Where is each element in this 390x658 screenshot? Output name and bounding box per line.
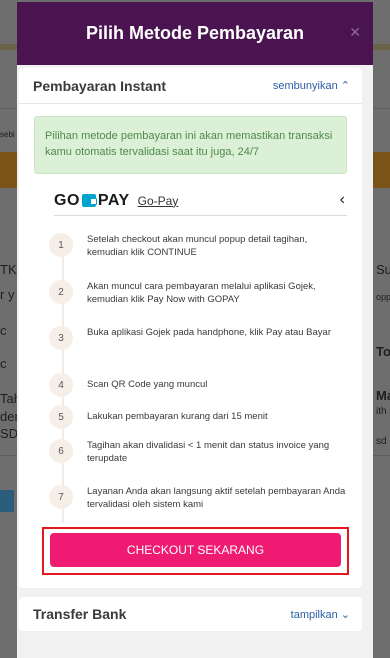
background-text: opp xyxy=(376,292,390,302)
step-item: 3 Buka aplikasi Gojek pada handphone, kl… xyxy=(49,326,349,350)
gopay-logo-right: PAY xyxy=(97,191,130,209)
background-text: sebi xyxy=(0,130,15,139)
background-text: der xyxy=(0,409,19,424)
transfer-section-title: Transfer Bank xyxy=(33,606,127,622)
step-text: Tagihan akan divalidasi < 1 menit dan st… xyxy=(87,440,330,464)
chevron-left-icon[interactable]: ‹ xyxy=(340,191,345,209)
step-text: Lakukan pembayaran kurang dari 15 menit xyxy=(87,411,268,422)
gopay-option[interactable]: GO PAY Go-Pay ‹ xyxy=(54,186,347,216)
hide-toggle-link[interactable]: sembunyikan ⌃ xyxy=(273,79,350,92)
step-number: 3 xyxy=(49,326,73,350)
step-text: Layanan Anda akan langsung aktif setelah… xyxy=(87,486,346,510)
step-number: 7 xyxy=(49,485,73,509)
step-number: 4 xyxy=(49,373,73,397)
step-text: Scan QR Code yang muncul xyxy=(87,379,208,390)
modal-title: Pilih Metode Pembayaran xyxy=(85,23,305,43)
background-text: SD xyxy=(0,426,19,441)
step-item: 4 Scan QR Code yang muncul xyxy=(49,373,349,397)
payment-method-modal: Pilih Metode Pembayaran ✕ Pembayaran Ins… xyxy=(17,2,373,658)
background-text: sd xyxy=(376,436,387,447)
close-icon[interactable]: ✕ xyxy=(349,24,361,41)
background-text: To xyxy=(376,344,390,359)
instant-section-title: Pembayaran Instant xyxy=(33,77,167,94)
gopay-name: Go-Pay xyxy=(137,193,179,208)
background-text: ith xyxy=(376,406,387,417)
background-checkbox xyxy=(0,490,14,512)
step-text: Setelah checkout akan muncul popup detai… xyxy=(87,234,308,258)
checkout-button[interactable]: CHECKOUT SEKARANG xyxy=(50,533,341,567)
step-item: 6 Tagihan akan divalidasi < 1 menit dan … xyxy=(49,439,349,465)
step-number: 6 xyxy=(49,439,73,463)
modal-body: Pembayaran Instant sembunyikan ⌃ Pilihan… xyxy=(17,65,373,658)
background-text: r y xyxy=(0,287,15,302)
step-item: 2 Akan muncul cara pembayaran melalui ap… xyxy=(49,280,349,306)
background-text: c xyxy=(0,323,7,338)
step-number: 1 xyxy=(49,233,73,257)
step-number: 5 xyxy=(49,405,73,429)
chevron-down-icon: ⌄ xyxy=(340,608,350,621)
gopay-logo-left: GO xyxy=(54,191,80,209)
show-toggle-label: tampilkan xyxy=(290,608,338,621)
step-text: Buka aplikasi Gojek pada handphone, klik… xyxy=(87,327,331,338)
background-text: c xyxy=(0,356,7,371)
chevron-up-icon: ⌃ xyxy=(340,80,350,92)
transfer-bank-section[interactable]: Transfer Bank tampilkan ⌄ xyxy=(19,597,362,631)
gopay-logo: GO PAY xyxy=(54,192,130,210)
step-text: Akan muncul cara pembayaran melalui apli… xyxy=(87,281,316,305)
step-item: 7 Layanan Anda akan langsung aktif setel… xyxy=(49,485,349,511)
step-item: 1 Setelah checkout akan muncul popup det… xyxy=(49,233,349,259)
hide-toggle-label: sembunyikan xyxy=(272,80,338,92)
step-number: 2 xyxy=(49,280,73,304)
wallet-icon xyxy=(81,194,97,207)
background-text: Su xyxy=(376,262,390,277)
instant-notice: Pilihan metode pembayaran ini akan memas… xyxy=(34,116,347,174)
background-text: Ma xyxy=(376,388,390,403)
modal-header: Pilih Metode Pembayaran ✕ xyxy=(17,2,373,65)
instant-section-header: Pembayaran Instant sembunyikan ⌃ xyxy=(19,68,362,104)
step-item: 5 Lakukan pembayaran kurang dari 15 meni… xyxy=(49,405,349,429)
show-toggle-link[interactable]: tampilkan ⌄ xyxy=(291,608,350,621)
